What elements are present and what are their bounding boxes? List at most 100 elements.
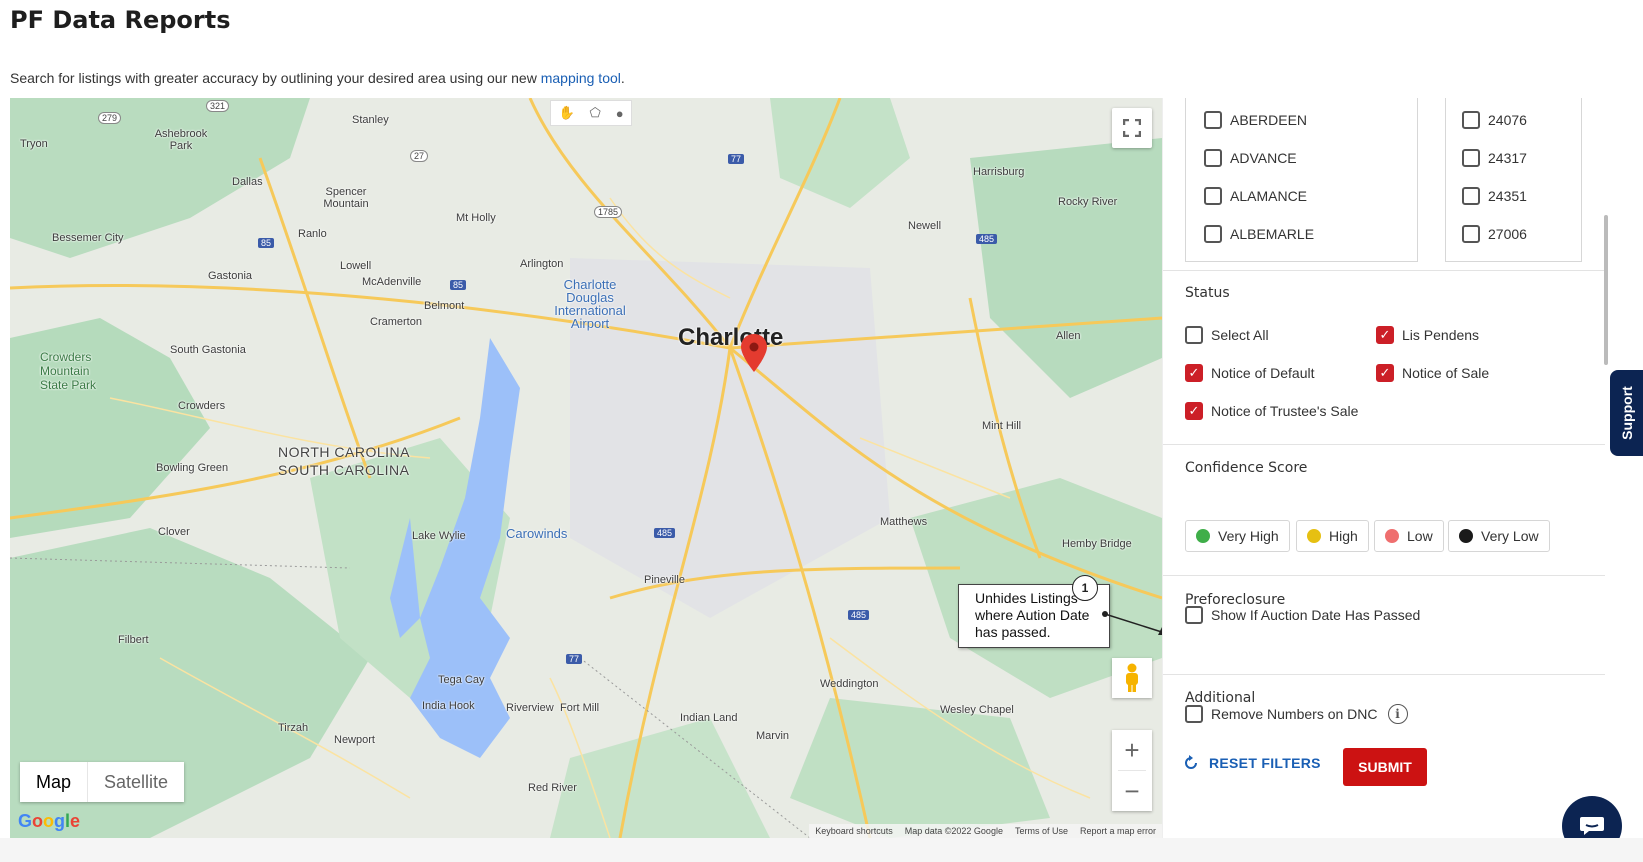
yellow-dot-icon xyxy=(1307,529,1321,543)
polygon-tool-icon[interactable]: ⬠ xyxy=(590,105,601,121)
status-notice-trustee[interactable]: ✓ Notice of Trustee's Sale xyxy=(1185,402,1358,420)
map-label-bessemer: Bessemer City xyxy=(52,232,124,244)
map-label-red-river: Red River xyxy=(528,782,577,794)
map-label-fort-mill: Fort Mill xyxy=(560,702,600,714)
checkbox[interactable] xyxy=(1185,705,1203,723)
checkbox-checked[interactable]: ✓ xyxy=(1376,364,1394,382)
checkbox[interactable] xyxy=(1204,225,1222,243)
county-label: ALBEMARLE xyxy=(1230,226,1315,242)
map-label-lake-wylie: Lake Wylie xyxy=(412,530,466,542)
keyboard-shortcuts-link[interactable]: Keyboard shortcuts xyxy=(815,826,893,836)
map-label-crowders: Crowders Mountain State Park xyxy=(40,350,97,392)
score-very-high-chip[interactable]: Very High xyxy=(1185,520,1290,552)
map-label-indian-land: Indian Land xyxy=(680,712,738,724)
map-label-hemby: Hemby Bridge xyxy=(1062,538,1132,550)
map-label-wesley-chapel: Wesley Chapel xyxy=(940,704,1014,716)
county-label: ABERDEEN xyxy=(1230,112,1308,128)
zip-label: 24351 xyxy=(1488,188,1527,204)
map-label-newell: Newell xyxy=(908,220,942,232)
support-label: Support xyxy=(1618,386,1635,440)
checkbox[interactable] xyxy=(1462,149,1480,167)
map-label-dallas: Dallas xyxy=(232,176,263,188)
map-attribution: Keyboard shortcuts Map data ©2022 Google… xyxy=(809,824,1162,838)
interstate-shield: 85 xyxy=(450,280,467,290)
report-error-link[interactable]: Report a map error xyxy=(1080,826,1156,836)
status-notice-sale[interactable]: ✓ Notice of Sale xyxy=(1376,364,1489,382)
map-type-map-button[interactable]: Map xyxy=(20,762,87,802)
submit-button[interactable]: SUBMIT xyxy=(1343,748,1427,786)
circle-tool-icon[interactable]: ● xyxy=(616,106,624,121)
checkbox[interactable] xyxy=(1204,149,1222,167)
map[interactable]: Charlotte NORTH CAROLINA SOUTH CAROLINA … xyxy=(10,98,1162,838)
zip-option[interactable]: 24317 xyxy=(1462,149,1527,167)
county-option[interactable]: ALAMANCE xyxy=(1204,187,1307,205)
score-very-low-chip[interactable]: Very Low xyxy=(1448,520,1550,552)
checkbox[interactable] xyxy=(1462,225,1480,243)
checkbox[interactable] xyxy=(1204,187,1222,205)
map-label-harrisburg: Harrisburg xyxy=(973,166,1025,178)
zoom-in-button[interactable]: + xyxy=(1112,730,1152,770)
status-label: Notice of Default xyxy=(1211,365,1315,381)
route-shield: 321 xyxy=(206,100,230,112)
checkbox-checked[interactable]: ✓ xyxy=(1185,364,1203,382)
checkbox[interactable] xyxy=(1204,111,1222,129)
checkbox[interactable] xyxy=(1462,187,1480,205)
map-label-airport: Charlotte Douglas International Airport xyxy=(554,277,626,331)
county-option[interactable]: ADVANCE xyxy=(1204,149,1297,167)
map-label-tirzah: Tirzah xyxy=(278,722,309,734)
fullscreen-button[interactable] xyxy=(1112,108,1152,148)
map-label-rocky-river: Rocky River xyxy=(1058,196,1118,208)
zip-option[interactable]: 24351 xyxy=(1462,187,1527,205)
reset-filters-button[interactable]: RESET FILTERS xyxy=(1183,755,1321,771)
street-view-pegman-button[interactable] xyxy=(1112,658,1152,698)
option-label: Show If Auction Date Has Passed xyxy=(1211,607,1421,623)
county-option[interactable]: ALBEMARLE xyxy=(1204,225,1314,243)
status-lis-pendens[interactable]: ✓ Lis Pendens xyxy=(1376,326,1479,344)
map-label-filbert: Filbert xyxy=(118,634,149,646)
panel-scrollbar[interactable] xyxy=(1604,215,1608,365)
mapping-tool-link[interactable]: mapping tool xyxy=(541,70,621,86)
info-icon[interactable]: i xyxy=(1387,704,1408,724)
checkbox[interactable] xyxy=(1185,326,1203,344)
auction-passed-option[interactable]: Show If Auction Date Has Passed xyxy=(1185,606,1420,624)
map-label-allen: Allen xyxy=(1056,330,1081,342)
zoom-out-button[interactable]: − xyxy=(1112,771,1152,811)
interstate-shield: 485 xyxy=(848,610,870,620)
location-marker-icon[interactable] xyxy=(741,334,767,377)
map-label-tega-cay: Tega Cay xyxy=(438,674,485,686)
map-label-ashebrook: Ashebrook Park xyxy=(154,128,208,152)
map-label-spencer: Spencer Mountain xyxy=(323,186,369,210)
zip-option[interactable]: 27006 xyxy=(1462,225,1527,243)
checkbox-checked[interactable]: ✓ xyxy=(1185,402,1203,420)
chat-icon xyxy=(1580,817,1604,835)
status-label: Select All xyxy=(1211,327,1269,343)
zip-list[interactable]: 24076 24317 24351 27006 xyxy=(1445,98,1582,262)
map-label-crowders-town: Crowders xyxy=(178,400,226,412)
hand-tool-icon[interactable]: ✋ xyxy=(558,105,574,121)
score-high-chip[interactable]: High xyxy=(1296,520,1369,552)
county-list[interactable]: ABERDEEN ADVANCE ALAMANCE ALBEMARLE xyxy=(1185,98,1418,262)
status-label: Notice of Sale xyxy=(1402,365,1490,381)
map-label-newport: Newport xyxy=(334,734,375,746)
score-low-chip[interactable]: Low xyxy=(1374,520,1444,552)
status-select-all[interactable]: Select All xyxy=(1185,326,1269,344)
zip-label: 24317 xyxy=(1488,150,1527,166)
checkbox-checked[interactable]: ✓ xyxy=(1376,326,1394,344)
option-label: Remove Numbers on DNC xyxy=(1211,706,1378,722)
black-dot-icon xyxy=(1459,529,1473,543)
checkbox[interactable] xyxy=(1185,606,1203,624)
interstate-shield: 77 xyxy=(566,654,583,664)
terms-link[interactable]: Terms of Use xyxy=(1015,826,1068,836)
checkbox[interactable] xyxy=(1462,111,1480,129)
reset-label: RESET FILTERS xyxy=(1209,755,1321,771)
status-notice-default[interactable]: ✓ Notice of Default xyxy=(1185,364,1315,382)
support-tab[interactable]: Support xyxy=(1610,370,1643,456)
intro-text: Search for listings with greater accurac… xyxy=(10,70,625,86)
route-shield: 27 xyxy=(410,150,429,162)
map-type-satellite-button[interactable]: Satellite xyxy=(87,762,184,802)
county-option[interactable]: ABERDEEN xyxy=(1204,111,1307,129)
intro-period: . xyxy=(620,70,625,86)
zip-option[interactable]: 24076 xyxy=(1462,111,1527,129)
remove-dnc-option[interactable]: Remove Numbers on DNC i xyxy=(1185,704,1408,724)
intro-sentence: Search for listings with greater accurac… xyxy=(10,70,541,86)
